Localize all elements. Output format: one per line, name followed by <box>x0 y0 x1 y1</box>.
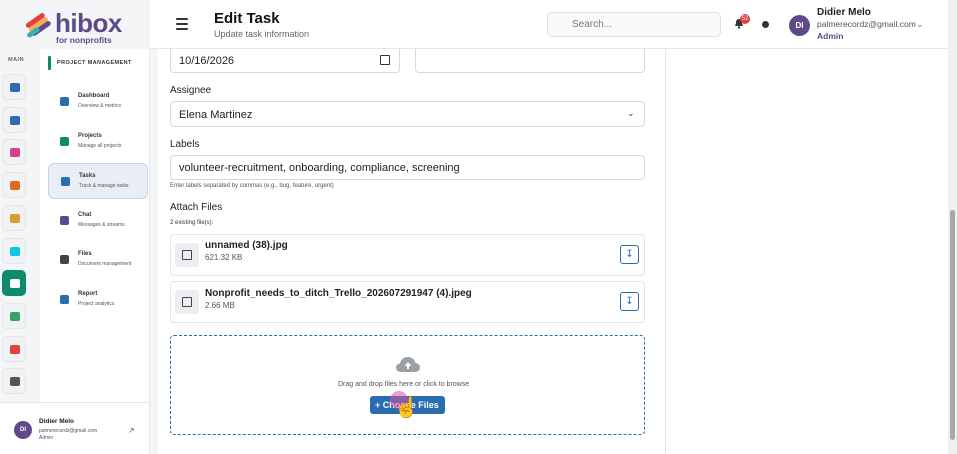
cloud-upload-icon <box>396 357 420 372</box>
dropzone-instructions: Drag and drop files here or click to bro… <box>338 381 470 388</box>
project-icon <box>10 279 20 289</box>
sidebar-item-title: Projects <box>78 132 102 139</box>
side-panel <box>666 49 948 454</box>
download-icon[interactable]: ↧ <box>620 245 639 264</box>
search-input[interactable]: Search... <box>547 12 721 37</box>
brand-tagline: for nonprofits <box>56 35 112 45</box>
hierarchy-icon <box>10 115 20 125</box>
image-icon <box>175 290 199 314</box>
labels-input[interactable]: volunteer-recruitment, onboarding, compl… <box>170 155 645 180</box>
labels-label: Labels <box>170 139 200 150</box>
people-icon <box>10 311 20 321</box>
rail-item-gear[interactable] <box>2 368 26 395</box>
sidebar-item-files[interactable]: Files Document management <box>48 242 148 278</box>
rail-item-pie-chart[interactable] <box>2 335 26 362</box>
download-icon[interactable]: ↧ <box>620 292 639 311</box>
secondary-field[interactable] <box>415 49 645 73</box>
page-subtitle: Update task information <box>214 29 310 39</box>
virus-icon <box>10 246 20 256</box>
sidebar-item-dashboard[interactable]: Dashboard Overview & metrics <box>48 84 148 120</box>
avatar[interactable]: DI <box>789 15 810 36</box>
rail-item-book[interactable] <box>2 172 26 199</box>
logout-icon[interactable]: ↗ <box>128 426 135 435</box>
sidebar-item-desc: Messages & streams <box>78 221 125 228</box>
sidebar-item-title: Files <box>78 251 92 257</box>
sidebar-item-chat[interactable]: Chat Messages & streams <box>48 203 148 239</box>
file-name: unnamed (38).jpg <box>205 240 288 251</box>
section-accent <box>48 56 51 70</box>
calendar-icon[interactable] <box>380 55 390 65</box>
file-size: 621.32 KB <box>205 253 243 262</box>
file-name: Nonprofit_needs_to_ditch_Trello_20260729… <box>205 288 472 299</box>
gear-icon <box>10 377 20 387</box>
notification-badge: 52 <box>740 14 750 24</box>
user-name: Didier Melo <box>817 7 871 18</box>
rail-item-virus[interactable] <box>2 237 26 264</box>
user-role: Admin <box>817 31 844 41</box>
brand-logo[interactable]: hibox for nonprofits <box>22 8 132 45</box>
footer-user-name: Didier Melo <box>39 418 75 425</box>
sidebar-item-desc: Track & manage tasks <box>79 183 129 189</box>
existing-files-count: 2 existing file(s): <box>170 220 214 226</box>
page-title: Edit Task <box>214 10 280 27</box>
sidebar-item-title: Report <box>78 290 98 297</box>
report-icon <box>60 294 69 304</box>
logo-mark-icon <box>25 13 51 38</box>
sidebar-item-projects[interactable]: Projects Manage all projects <box>48 124 148 160</box>
projects-icon <box>60 136 69 146</box>
pie-chart-icon <box>10 344 20 354</box>
scrollbar-thumb[interactable] <box>950 210 955 440</box>
sidebar-item-tasks[interactable]: Tasks Track & manage tasks <box>48 163 148 199</box>
rail-item-project[interactable] <box>2 270 26 297</box>
file-size: 2.66 MB <box>205 301 235 310</box>
labels-hint: Enter labels separated by commas (e.g., … <box>170 183 334 189</box>
attach-files-label: Attach Files <box>170 202 223 213</box>
sidebar-item-title: Chat <box>78 211 92 218</box>
book-icon <box>10 181 20 191</box>
dashboard-icon <box>60 97 69 106</box>
folder-icon <box>60 255 69 264</box>
image-icon <box>175 243 199 267</box>
rail-item-people[interactable] <box>2 302 26 329</box>
rail-item-graduation[interactable] <box>2 204 26 231</box>
footer-user-role: Admin <box>39 435 54 441</box>
rail-section-label: MAIN <box>8 57 25 63</box>
sidebar-item-title: Tasks <box>79 173 96 179</box>
footer-avatar[interactable]: DI <box>14 421 32 439</box>
due-date-field[interactable]: 10/16/2026 <box>170 49 400 73</box>
sidebar-item-desc: Overview & metrics <box>78 103 122 109</box>
user-email: palmerecordz@gmail.com <box>817 19 916 29</box>
sidebar-item-report[interactable]: Report Project analytics <box>48 282 148 318</box>
sidebar-section-label: PROJECT MANAGEMENT <box>57 60 132 66</box>
rail-item-hierarchy[interactable] <box>2 106 26 133</box>
footer-user-email: palmerecordz@gmail.com <box>39 428 98 434</box>
assignee-select[interactable]: Elena Martinez <box>170 101 645 127</box>
rail-item-home[interactable] <box>2 74 26 100</box>
sidebar-item-desc: Project analytics <box>78 300 115 307</box>
sidebar-item-desc: Manage all projects <box>78 142 122 149</box>
chevron-down-icon[interactable]: ⌄ <box>916 19 924 30</box>
sidebar-item-desc: Document management <box>78 261 132 267</box>
theme-toggle-icon[interactable] <box>762 21 769 28</box>
handshake-icon <box>10 148 20 158</box>
sidebar-item-title: Dashboard <box>78 93 110 99</box>
rail-item-handshake[interactable] <box>2 139 26 166</box>
chevron-down-icon[interactable]: ⌄ <box>627 108 635 119</box>
home-icon <box>10 83 20 92</box>
assignee-label: Assignee <box>170 85 212 96</box>
graduation-icon <box>10 213 20 223</box>
chat-icon <box>60 215 69 225</box>
tasks-icon <box>61 177 70 186</box>
hamburger-menu-icon[interactable] <box>176 18 188 30</box>
hand-cursor-icon: ☝ <box>394 397 419 419</box>
